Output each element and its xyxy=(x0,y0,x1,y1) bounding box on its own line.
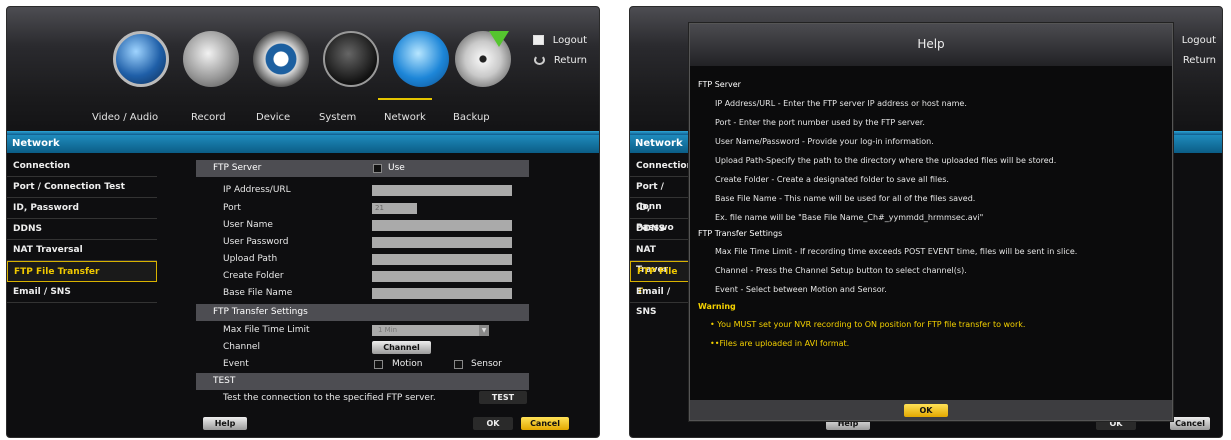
base-file-label: Base File Name xyxy=(223,288,293,298)
help-line: Create Folder - Create a designated fold… xyxy=(715,175,949,184)
help-line: Port - Enter the port number used by the… xyxy=(715,118,925,127)
device-icon[interactable] xyxy=(253,31,309,87)
ok-button[interactable]: OK xyxy=(473,417,513,430)
system-icon[interactable] xyxy=(323,31,379,87)
username-label: User Name xyxy=(223,220,273,230)
sidebar-item-email-sns[interactable]: Email / SNS xyxy=(630,282,690,317)
sidebar-item-ddns[interactable]: DDNS xyxy=(630,219,690,240)
upload-path-field[interactable] xyxy=(372,254,512,265)
logout-label: Logout xyxy=(552,35,587,46)
create-folder-label: Create Folder xyxy=(223,271,284,281)
sidebar: Connection Port / Conn ID, Passwo DDNS N… xyxy=(630,156,693,317)
help-line: User Name/Password - Provide your log-in… xyxy=(715,137,934,146)
base-file-field[interactable] xyxy=(372,288,512,299)
cancel-button[interactable]: Cancel xyxy=(521,417,569,430)
menu-record[interactable]: Record xyxy=(191,112,226,123)
help-dialog-title: Help xyxy=(690,24,1172,66)
menu-backup[interactable]: Backup xyxy=(453,112,490,123)
video-audio-icon[interactable] xyxy=(113,31,169,87)
sensor-checkbox[interactable] xyxy=(454,360,463,369)
help-warning-heading: Warning xyxy=(698,302,736,311)
ftp-server-title: FTP Server xyxy=(213,163,262,173)
menu-system[interactable]: System xyxy=(319,112,356,123)
chevron-down-icon[interactable]: ▼ xyxy=(479,325,489,336)
sidebar-item-ftp[interactable]: FTP File Transfer xyxy=(7,261,157,282)
motion-label: Motion xyxy=(392,359,423,369)
help-heading-ftp-server: FTP Server xyxy=(698,80,741,89)
motion-checkbox[interactable] xyxy=(374,360,383,369)
max-time-select[interactable]: 1 Min xyxy=(372,325,482,336)
help-warning-line: ••Files are uploaded in AVI format. xyxy=(710,339,850,348)
section-title: Network xyxy=(7,135,599,153)
download-arrow-icon xyxy=(489,31,509,47)
test-description: Test the connection to the specified FTP… xyxy=(223,393,436,403)
use-label: Use xyxy=(388,163,405,173)
settings-window: Video / Audio Record Device System Netwo… xyxy=(6,6,600,438)
menu-video-audio[interactable]: Video / Audio xyxy=(92,112,158,123)
sidebar: Connection Port / Connection Test ID, Pa… xyxy=(7,156,157,303)
port-label: Port xyxy=(223,203,241,213)
sidebar-item-connection[interactable]: Connection xyxy=(7,156,157,177)
help-line: Ex. file name will be "Base File Name_Ch… xyxy=(715,213,984,222)
upload-path-label: Upload Path xyxy=(223,254,278,264)
help-dialog-footer: OK xyxy=(690,400,1172,420)
help-ok-button[interactable]: OK xyxy=(904,404,948,417)
settings-window-with-help: Logout Return Network Connection Port / … xyxy=(629,6,1223,438)
sidebar-item-id-password[interactable]: ID, Password xyxy=(7,198,157,219)
channel-setup-button[interactable]: Channel Setup xyxy=(372,341,431,365)
create-folder-field[interactable] xyxy=(372,271,512,282)
top-menu-bar: Video / Audio Record Device System Netwo… xyxy=(7,7,599,138)
menu-device[interactable]: Device xyxy=(256,112,290,123)
port-field[interactable]: 21 xyxy=(372,203,417,214)
sensor-label: Sensor xyxy=(471,359,502,369)
ip-label: IP Address/URL xyxy=(223,185,291,195)
test-title: TEST xyxy=(213,376,236,386)
help-line: Max File Time Limit - If recording time … xyxy=(715,247,1078,256)
password-field[interactable] xyxy=(372,237,512,248)
help-line: Channel - Press the Channel Setup button… xyxy=(715,266,967,275)
logout-button[interactable]: Logout xyxy=(532,35,587,46)
menu-network[interactable]: Network xyxy=(378,98,432,123)
help-line: IP Address/URL - Enter the FTP server IP… xyxy=(715,99,967,108)
logout-button[interactable]: Logout xyxy=(1182,35,1216,46)
event-label: Event xyxy=(223,359,249,369)
return-label: Return xyxy=(553,55,587,66)
sidebar-item-connection[interactable]: Connection xyxy=(630,156,693,177)
help-dialog: Help FTP Server IP Address/URL - Enter t… xyxy=(689,23,1173,421)
sidebar-item-ddns[interactable]: DDNS xyxy=(7,219,157,240)
menu-icons xyxy=(113,31,511,87)
help-line: Event - Select between Motion and Sensor… xyxy=(715,285,887,294)
help-line: Base File Name - This name will be used … xyxy=(715,194,976,203)
return-button[interactable]: Return xyxy=(533,55,587,66)
test-button[interactable]: TEST xyxy=(479,391,527,404)
ip-field[interactable] xyxy=(372,185,512,196)
help-button[interactable]: Help xyxy=(203,417,247,430)
network-icon[interactable] xyxy=(393,31,449,87)
record-icon[interactable] xyxy=(183,31,239,87)
ftp-server-header: FTP Server xyxy=(196,160,529,177)
help-line: Upload Path-Specify the path to the dire… xyxy=(715,156,1057,165)
sidebar-item-nat[interactable]: NAT Traversal xyxy=(7,240,157,261)
max-time-label: Max File Time Limit xyxy=(223,325,310,335)
sidebar-item-port[interactable]: Port / Connection Test xyxy=(7,177,157,198)
password-label: User Password xyxy=(223,237,289,247)
sidebar-item-ftp[interactable]: FTP File Tr xyxy=(630,261,690,297)
help-warning-line: • You MUST set your NVR recording to ON … xyxy=(710,320,1026,329)
return-icon xyxy=(533,55,545,65)
transfer-settings-title: FTP Transfer Settings xyxy=(213,307,308,317)
sidebar-item-nat[interactable]: NAT Traver xyxy=(630,240,690,275)
transfer-settings-header: FTP Transfer Settings xyxy=(196,304,529,321)
cancel-button[interactable]: Cancel xyxy=(1170,417,1210,430)
username-field[interactable] xyxy=(372,220,512,231)
sidebar-item-email-sns[interactable]: Email / SNS xyxy=(7,282,157,303)
logout-icon xyxy=(532,35,544,45)
test-header: TEST xyxy=(196,373,529,390)
return-button[interactable]: Return xyxy=(1183,55,1216,66)
help-heading-transfer-settings: FTP Transfer Settings xyxy=(698,229,783,238)
sidebar-item-port[interactable]: Port / Conn xyxy=(630,177,690,212)
use-checkbox[interactable] xyxy=(373,164,382,173)
channel-label: Channel xyxy=(223,342,260,352)
ftp-form: FTP Server Use IP Address/URL Port 21 Us… xyxy=(196,160,529,405)
